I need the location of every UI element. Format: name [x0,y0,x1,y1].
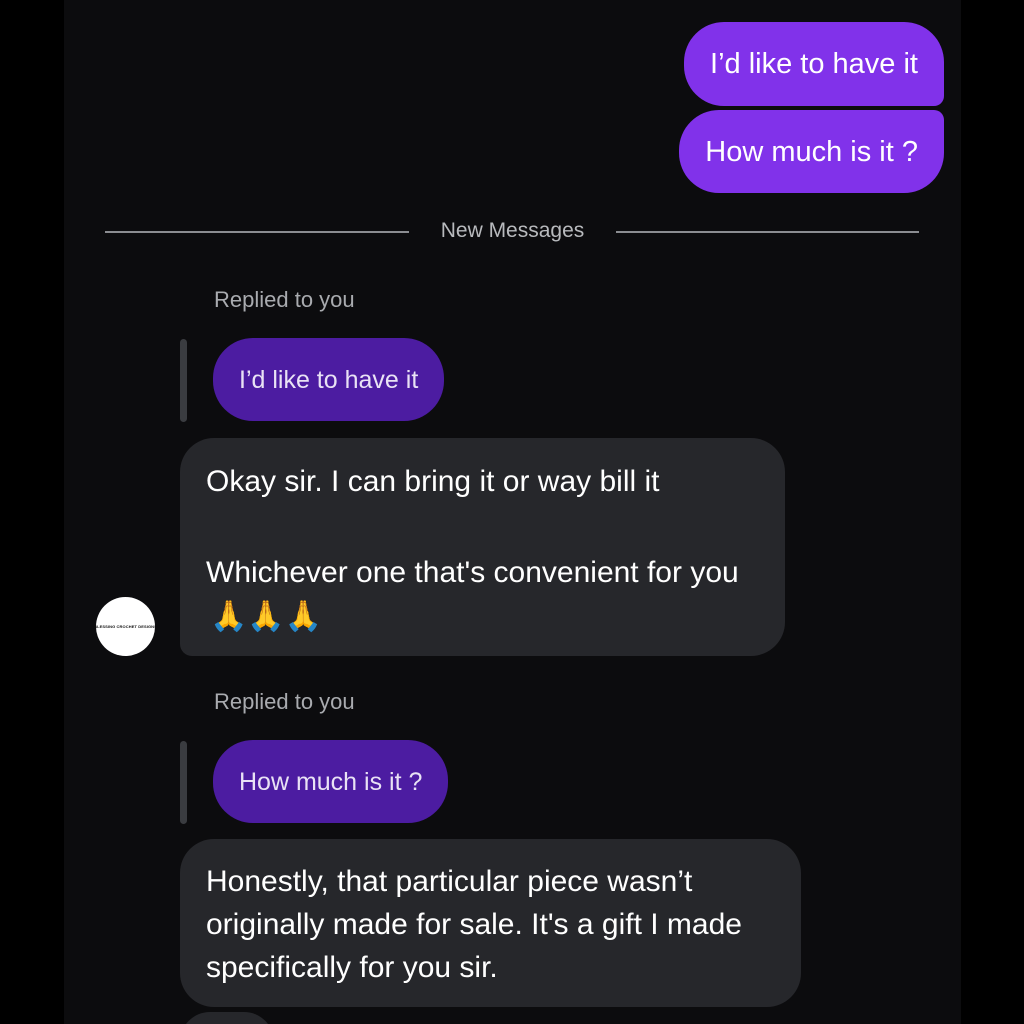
chat-thread[interactable]: I’d like to have it How much is it ? New… [64,0,961,1024]
incoming-message[interactable]: Honestly, that particular piece wasn’t o… [180,839,801,1007]
reply-indicator-bar [180,741,187,824]
new-messages-divider-label: New Messages [440,219,585,242]
quoted-message[interactable]: How much is it ? [213,740,449,823]
sender-avatar[interactable]: BLESSING CROCHET DESIGNS [94,597,157,656]
incoming-message-partial [180,1012,274,1024]
replied-to-you-label: Replied to you [214,287,355,312]
quoted-message-text: How much is it ? [239,767,423,796]
incoming-message[interactable]: Okay sir. I can bring it or way bill it … [180,438,785,656]
divider-line [105,231,409,233]
divider-line [616,231,919,233]
outgoing-message-text: I’d like to have it [710,48,918,80]
quoted-message-text: I’d like to have it [239,365,419,394]
outgoing-message-text: How much is it ? [705,135,918,168]
quoted-message[interactable]: I’d like to have it [213,338,445,421]
avatar-logo-text: BLESSING CROCHET DESIGNS [94,624,157,629]
outgoing-message[interactable]: I’d like to have it [684,22,944,106]
incoming-message-text: Honestly, that particular piece wasn’t o… [206,865,742,984]
incoming-message-text: Okay sir. I can bring it or way bill it [206,465,660,498]
replied-to-you-label: Replied to you [214,689,355,714]
folded-hands-icon: 🙏🙏🙏 [210,600,323,634]
incoming-message-text: Whichever one that's convenient for you [206,556,739,589]
reply-indicator-bar [180,339,187,422]
outgoing-message[interactable]: How much is it ? [679,110,944,193]
